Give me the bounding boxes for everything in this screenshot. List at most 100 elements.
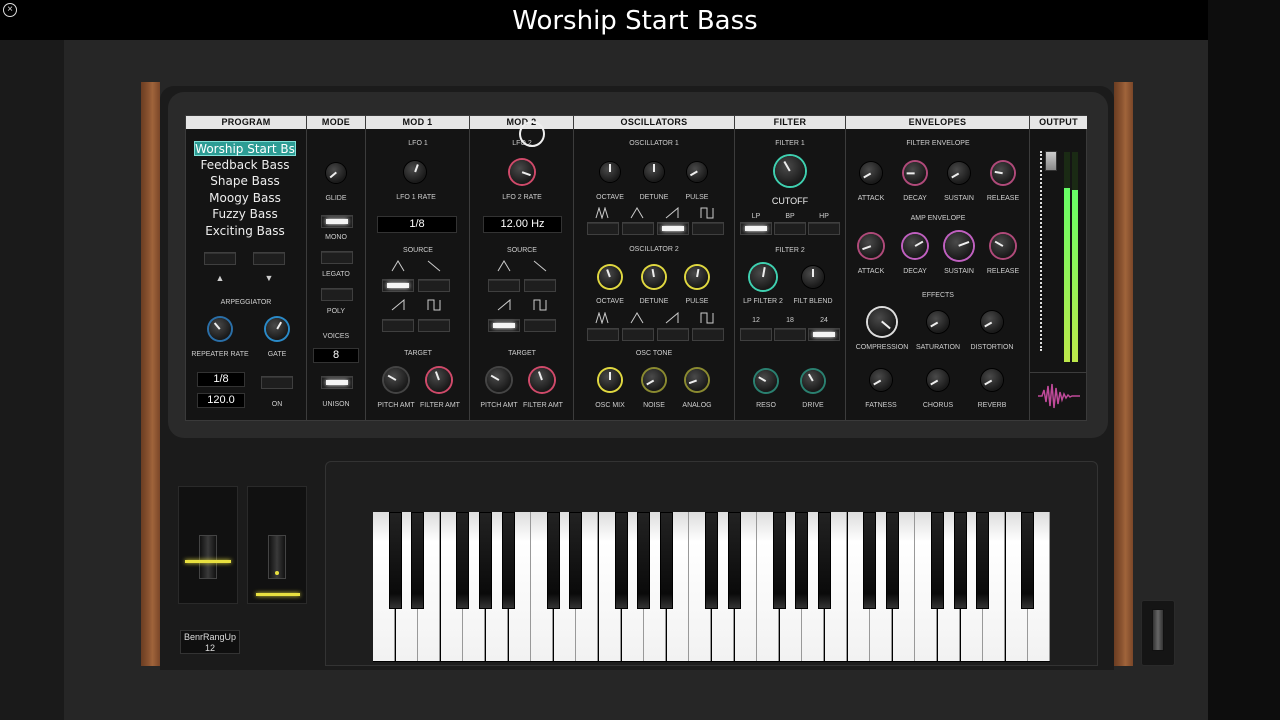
osc2-square-button[interactable]: [692, 328, 724, 341]
mod2-source-square-button[interactable]: [524, 319, 556, 332]
mod1-source-ramp-button[interactable]: [418, 279, 450, 292]
pitch-bend-range-display[interactable]: BenrRangUp 12: [180, 630, 240, 654]
osc2-tri-button[interactable]: [622, 328, 654, 341]
mod1-source-tri-button[interactable]: [382, 279, 414, 292]
osc1-octave-knob[interactable]: [600, 162, 620, 182]
preset-down-button[interactable]: [253, 252, 285, 265]
black-key[interactable]: [614, 512, 628, 609]
amp-release-knob[interactable]: [991, 234, 1015, 258]
black-key[interactable]: [863, 512, 877, 609]
bp-button[interactable]: [774, 222, 806, 235]
unison-button[interactable]: [321, 376, 353, 389]
black-key[interactable]: [705, 512, 718, 609]
lp-button[interactable]: [740, 222, 772, 235]
arp-on-button[interactable]: [261, 376, 293, 389]
amp-attack-knob[interactable]: [859, 234, 883, 258]
black-key[interactable]: [818, 512, 831, 609]
preset-item[interactable]: Shape Bass: [194, 174, 296, 189]
black-key[interactable]: [976, 512, 990, 609]
arp-rate-display[interactable]: 1/8: [197, 372, 245, 387]
black-key[interactable]: [772, 512, 786, 609]
lp-filter2-knob[interactable]: [750, 264, 776, 290]
reverb-knob[interactable]: [981, 369, 1003, 391]
preset-up-button[interactable]: [204, 252, 236, 265]
preset-item[interactable]: Moogy Bass: [194, 191, 296, 206]
mod1-source-square-button[interactable]: [418, 319, 450, 332]
analog-knob[interactable]: [686, 369, 708, 391]
bpm-display[interactable]: 120.0: [197, 393, 245, 408]
mod2-filter-amt-knob[interactable]: [530, 368, 554, 392]
mod2-pitch-amt-knob[interactable]: [487, 368, 511, 392]
slope-12-button[interactable]: [740, 328, 772, 341]
preset-item[interactable]: Worship Start Bs: [194, 141, 296, 156]
lfo1-rate-display[interactable]: 1/8: [377, 216, 457, 233]
mono-button[interactable]: [321, 215, 353, 228]
osc1-saw-button[interactable]: [657, 222, 689, 235]
black-key[interactable]: [501, 512, 515, 609]
mod2-source-saw-button[interactable]: [488, 319, 520, 332]
black-key[interactable]: [546, 512, 560, 609]
osc2-pulse-knob[interactable]: [686, 266, 708, 288]
legato-button[interactable]: [321, 251, 353, 264]
osc2-sine-button[interactable]: [587, 328, 619, 341]
filter-attack-knob[interactable]: [860, 162, 882, 184]
mod2-source-ramp-button[interactable]: [524, 279, 556, 292]
black-key[interactable]: [456, 512, 470, 609]
amp-decay-knob[interactable]: [903, 234, 927, 258]
mod2-source-tri-button[interactable]: [488, 279, 520, 292]
osc1-sine-button[interactable]: [587, 222, 619, 235]
osc2-saw-button[interactable]: [657, 328, 689, 341]
preset-item[interactable]: Exciting Bass: [194, 224, 296, 239]
osc2-detune-knob[interactable]: [643, 266, 665, 288]
preset-item[interactable]: Fuzzy Bass: [194, 207, 296, 222]
cutoff-knob[interactable]: [775, 156, 805, 186]
distortion-knob[interactable]: [981, 311, 1003, 333]
amp-sustain-knob[interactable]: [945, 232, 973, 260]
fatness-knob[interactable]: [870, 369, 892, 391]
poly-button[interactable]: [321, 288, 353, 301]
piano-keyboard[interactable]: [373, 512, 1051, 662]
black-key[interactable]: [479, 512, 492, 609]
filter-release-knob[interactable]: [992, 162, 1014, 184]
hp-button[interactable]: [808, 222, 840, 235]
slope-24-button[interactable]: [808, 328, 840, 341]
black-key[interactable]: [569, 512, 583, 609]
close-icon[interactable]: ×: [3, 3, 17, 17]
mod1-filter-amt-knob[interactable]: [427, 368, 451, 392]
noise-knob[interactable]: [643, 369, 665, 391]
repeater-rate-knob[interactable]: [209, 318, 231, 340]
sustain-pedal[interactable]: [1141, 600, 1175, 666]
black-key[interactable]: [795, 512, 809, 609]
filter-sustain-knob[interactable]: [948, 162, 970, 184]
reso-knob[interactable]: [755, 370, 777, 392]
mod1-source-saw-button[interactable]: [382, 319, 414, 332]
black-key[interactable]: [953, 512, 967, 609]
black-key[interactable]: [637, 512, 651, 609]
osc1-square-button[interactable]: [692, 222, 724, 235]
slope-18-button[interactable]: [774, 328, 806, 341]
black-key[interactable]: [411, 512, 425, 609]
osc2-octave-knob[interactable]: [599, 266, 621, 288]
osc-mix-knob[interactable]: [599, 369, 621, 391]
black-key[interactable]: [388, 512, 402, 609]
preset-item[interactable]: Feedback Bass: [194, 158, 296, 173]
osc1-tri-button[interactable]: [622, 222, 654, 235]
chorus-knob[interactable]: [927, 369, 949, 391]
black-key[interactable]: [885, 512, 899, 609]
black-key[interactable]: [1021, 512, 1035, 609]
black-key[interactable]: [727, 512, 741, 609]
filter-decay-knob[interactable]: [904, 162, 926, 184]
lfo2-rate-display[interactable]: 12.00 Hz: [483, 216, 562, 233]
lfo2-rate-knob[interactable]: [510, 160, 534, 184]
osc1-detune-knob[interactable]: [644, 162, 664, 182]
drive-knob[interactable]: [802, 370, 824, 392]
lfo1-rate-knob[interactable]: [404, 161, 426, 183]
pitch-wheel[interactable]: [199, 535, 217, 579]
compression-knob[interactable]: [868, 308, 896, 336]
black-key[interactable]: [659, 512, 673, 609]
filt-blend-knob[interactable]: [802, 266, 824, 288]
black-key[interactable]: [931, 512, 944, 609]
glide-knob[interactable]: [326, 163, 346, 183]
mod1-pitch-amt-knob[interactable]: [384, 368, 408, 392]
osc1-pulse-knob[interactable]: [687, 162, 707, 182]
